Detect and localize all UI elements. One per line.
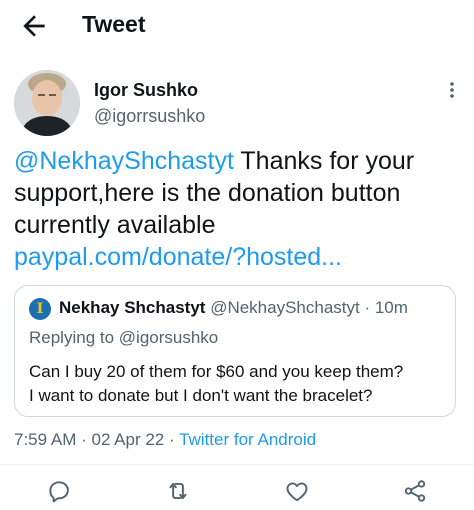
avatar[interactable]	[14, 70, 80, 136]
quoted-line-2: I want to donate but I don't want the br…	[29, 386, 373, 405]
quoted-tweet[interactable]: I Nekhay Shchastyt @NekhayShchastyt · 10…	[14, 285, 456, 417]
avatar-photo	[14, 70, 80, 136]
quoted-text: Can I buy 20 of them for $60 and you kee…	[29, 360, 449, 408]
like-icon	[286, 482, 308, 502]
tweet-line-2: support,here is the donation button	[14, 179, 401, 207]
like-button[interactable]	[284, 478, 310, 504]
tweet-meta: 7:59 AM · 02 Apr 22 · Twitter for Androi…	[14, 430, 316, 450]
reply-icon	[49, 481, 69, 503]
retweet-button[interactable]	[165, 478, 191, 504]
tweet-date: 02 Apr 22	[91, 430, 165, 449]
retweet-icon	[169, 482, 187, 500]
mention-link[interactable]: @NekhayShchastyt	[14, 147, 234, 175]
author-handle[interactable]: @igorrsushko	[94, 106, 205, 127]
author-name[interactable]: Igor Sushko	[94, 80, 198, 101]
tweet-text: @NekhayShchastyt Thanks for your support…	[14, 145, 464, 273]
replying-to-handle[interactable]: @igorsushko	[119, 328, 218, 347]
arrow-left-icon[interactable]	[18, 10, 50, 42]
divider	[0, 464, 474, 465]
donation-link[interactable]: paypal.com/donate/?hosted...	[14, 241, 464, 273]
top-bar: Tweet	[0, 0, 474, 52]
replying-to-label: Replying to	[29, 328, 119, 347]
quoted-separator: ·	[359, 298, 375, 317]
tweet-time: 7:59 AM	[14, 430, 77, 449]
quoted-author-handle: @NekhayShchastyt	[210, 298, 360, 317]
meta-separator: ·	[76, 430, 92, 449]
tweet-source[interactable]: Twitter for Android	[179, 430, 316, 449]
page-title: Tweet	[82, 11, 146, 37]
quoted-time: 10m	[374, 298, 408, 317]
quoted-author-name: Nekhay Shchastyt	[59, 298, 206, 317]
tweet-line-1-text: Thanks for your	[233, 147, 415, 175]
quoted-header: Nekhay Shchastyt @NekhayShchastyt · 10m	[59, 298, 408, 318]
quoted-avatar: I	[29, 298, 51, 320]
quoted-avatar-glyph: I	[36, 301, 44, 317]
quoted-line-1: Can I buy 20 of them for $60 and you kee…	[29, 362, 404, 381]
share-icon	[404, 480, 426, 502]
tweet-line-1: @NekhayShchastyt Thanks for your	[14, 145, 464, 177]
replying-to: Replying to @igorsushko	[29, 328, 218, 348]
tweet-line-3: currently available	[14, 211, 216, 239]
more-vertical-icon[interactable]	[442, 80, 462, 100]
meta-separator: ·	[164, 430, 180, 449]
share-button[interactable]	[402, 478, 428, 504]
reply-button[interactable]	[46, 478, 72, 504]
